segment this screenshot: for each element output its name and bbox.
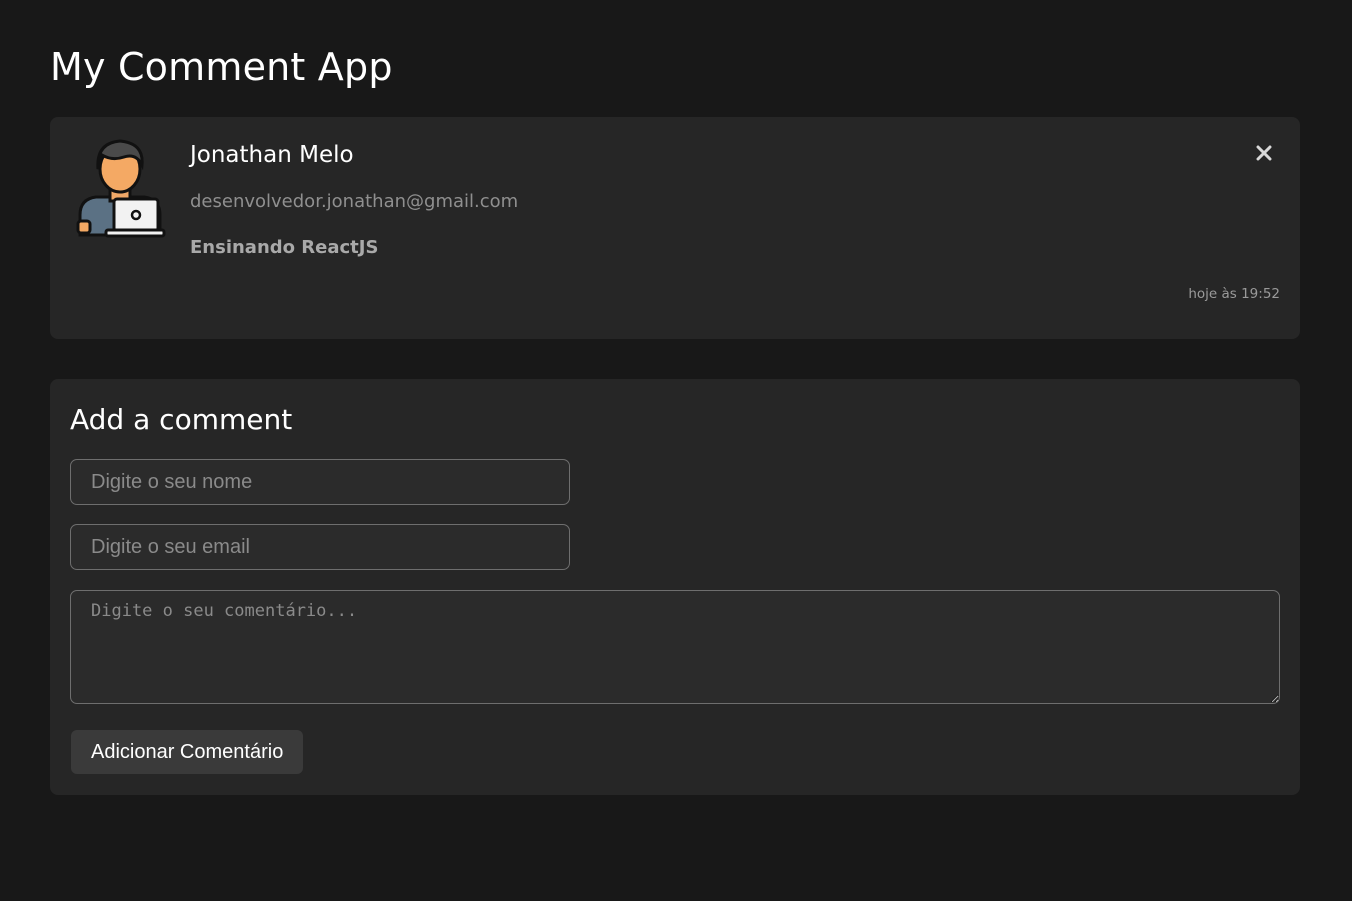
- comment-timestamp: hoje às 19:52: [1188, 286, 1280, 302]
- comment-body: Jonathan Melo desenvolvedor.jonathan@gma…: [190, 139, 518, 261]
- app-page: My Comment App Jonathan Melo desenvolved…: [0, 0, 1352, 901]
- add-comment-form: Add a comment Adicionar Comentário: [50, 379, 1300, 795]
- comment-card: Jonathan Melo desenvolvedor.jonathan@gma…: [50, 117, 1300, 339]
- comment-author-name: Jonathan Melo: [190, 142, 354, 168]
- close-icon[interactable]: [1252, 141, 1276, 165]
- comment-text: Ensinando ReactJS: [190, 237, 379, 258]
- developer-avatar-icon: [76, 139, 166, 238]
- form-title: Add a comment: [70, 403, 293, 436]
- comment-author-email: desenvolvedor.jonathan@gmail.com: [190, 191, 519, 212]
- app-title: My Comment App: [50, 45, 393, 89]
- comment-textarea[interactable]: [70, 590, 1280, 704]
- email-input[interactable]: [70, 524, 570, 570]
- add-comment-button[interactable]: Adicionar Comentário: [71, 730, 304, 774]
- name-input[interactable]: [70, 459, 570, 505]
